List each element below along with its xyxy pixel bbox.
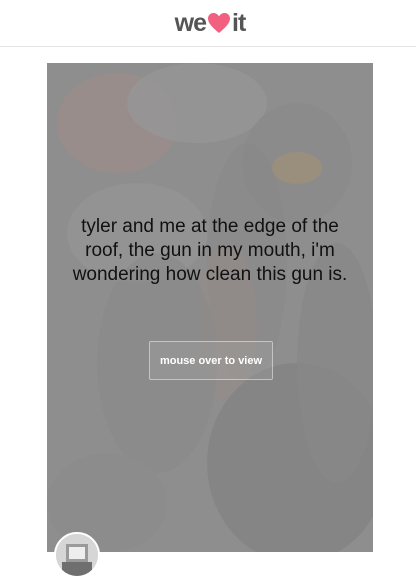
mouse-over-to-view-button[interactable]: mouse over to view xyxy=(149,341,273,380)
avatar-icon xyxy=(56,534,98,576)
logo-we: we xyxy=(174,8,207,37)
post-image-card[interactable]: tyler and me at the edge of the roof, th… xyxy=(47,63,373,552)
blur-overlay xyxy=(47,63,373,552)
quote-text: tyler and me at the edge of the roof, th… xyxy=(72,216,348,285)
top-bar: we it xyxy=(0,0,416,47)
heart-icon xyxy=(207,12,231,34)
logo-it: it xyxy=(232,8,246,37)
user-avatar[interactable] xyxy=(54,532,100,578)
weheartit-logo[interactable]: we it xyxy=(170,8,250,38)
